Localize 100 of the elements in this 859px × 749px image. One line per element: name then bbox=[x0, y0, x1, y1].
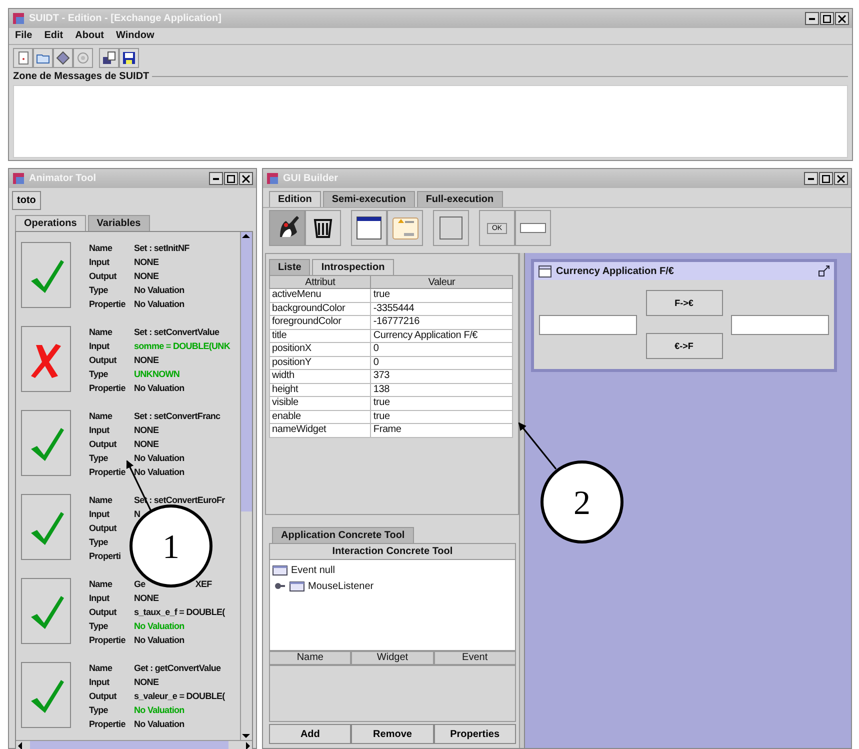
field-value: Ge bbox=[134, 578, 146, 591]
field-label: Propertie bbox=[89, 298, 126, 311]
field-value: NONE bbox=[134, 256, 160, 269]
tab[interactable]: Edition bbox=[269, 191, 321, 207]
field-label: Input bbox=[89, 676, 110, 689]
vertical-scrollbar[interactable] bbox=[240, 232, 252, 740]
app-icon bbox=[12, 172, 25, 185]
action-button[interactable]: Properties bbox=[434, 724, 516, 744]
window-icon bbox=[538, 264, 552, 278]
tree-item[interactable]: Event null bbox=[291, 564, 335, 576]
field-label: Input bbox=[89, 508, 110, 521]
window-title: Animator Tool bbox=[29, 173, 96, 184]
column-header: Event bbox=[434, 651, 516, 665]
window-title: Currency Application F/€ bbox=[556, 266, 674, 276]
text-field-icon bbox=[520, 223, 546, 233]
up-arrow-icon bbox=[241, 232, 251, 240]
convert-button[interactable]: F->€ bbox=[646, 290, 722, 316]
maximize-button[interactable] bbox=[224, 172, 238, 185]
toolbar-button[interactable] bbox=[99, 48, 119, 68]
table-cell: Frame bbox=[370, 424, 512, 437]
table-cell: true bbox=[370, 410, 512, 424]
menu-item[interactable]: Edit bbox=[44, 30, 64, 42]
tool-button[interactable] bbox=[305, 210, 341, 246]
tool-button[interactable] bbox=[269, 210, 305, 246]
table-cell: 0 bbox=[370, 356, 512, 370]
field-value: No Valuation bbox=[134, 718, 186, 731]
table-cell: title bbox=[270, 329, 371, 342]
field-value: No Valuation bbox=[134, 466, 186, 479]
table-cell: -16777216 bbox=[370, 316, 512, 329]
field-label: Output bbox=[89, 606, 118, 619]
tree-item[interactable]: MouseListener bbox=[308, 580, 374, 592]
tab[interactable]: Application Concrete Tool bbox=[272, 527, 414, 543]
field-label: Output bbox=[89, 354, 118, 367]
minimize-button[interactable] bbox=[804, 172, 818, 185]
table-cell: 373 bbox=[370, 370, 512, 383]
field-value: UNKNOWN bbox=[134, 368, 181, 381]
input-field[interactable] bbox=[731, 314, 829, 334]
export-icon bbox=[102, 51, 116, 65]
table-cell: 0 bbox=[370, 342, 512, 356]
right-arrow-icon bbox=[244, 741, 252, 749]
table-cell: backgroundColor bbox=[270, 302, 371, 316]
folder-icon bbox=[289, 580, 305, 592]
table-cell: width bbox=[270, 370, 371, 383]
field-value: No Valuation bbox=[134, 620, 186, 633]
toolbar-button[interactable] bbox=[13, 48, 33, 68]
field-value: Set : setConvertFranc bbox=[134, 410, 220, 423]
field-value: No Valuation bbox=[134, 452, 186, 465]
field-label: Properti bbox=[89, 550, 122, 563]
table-cell: true bbox=[370, 288, 512, 302]
table-cell: nameWidget bbox=[270, 424, 371, 437]
field-value: NONE bbox=[134, 424, 160, 437]
field-label: Output bbox=[89, 438, 118, 451]
tab[interactable]: Liste bbox=[269, 259, 310, 275]
toolbar-button[interactable] bbox=[119, 48, 139, 68]
menu-item[interactable]: Window bbox=[116, 30, 154, 42]
minimize-icon bbox=[809, 18, 815, 20]
callout-number: 2 bbox=[574, 485, 590, 522]
close-button[interactable] bbox=[834, 172, 848, 185]
tab[interactable]: Interaction Concrete Tool bbox=[269, 543, 516, 559]
table-cell: activeMenu bbox=[270, 288, 371, 302]
convert-button[interactable]: €->F bbox=[646, 333, 722, 359]
tool-button[interactable] bbox=[351, 210, 387, 246]
table-cell: Currency Application F/€ bbox=[370, 329, 512, 342]
column-header: Attribut bbox=[270, 276, 371, 288]
callout-arrow bbox=[518, 422, 557, 470]
table-cell: height bbox=[270, 383, 371, 396]
close-button[interactable] bbox=[239, 172, 253, 185]
field-value: No Valuation bbox=[134, 704, 186, 717]
menu-item[interactable]: About bbox=[75, 30, 104, 42]
close-button[interactable] bbox=[835, 12, 849, 25]
window-title: SUIDT - Edition - [Exchange Application] bbox=[29, 13, 222, 24]
input-field[interactable] bbox=[539, 314, 637, 334]
horizontal-scrollbar[interactable] bbox=[16, 740, 252, 749]
field-value: NONE bbox=[134, 438, 160, 451]
table-cell: foregroundColor bbox=[270, 316, 371, 329]
tab[interactable]: Operations bbox=[15, 215, 86, 231]
table-cell: positionX bbox=[270, 342, 371, 356]
maximize-button[interactable] bbox=[819, 172, 833, 185]
field-label: Input bbox=[89, 424, 110, 437]
table-cell: true bbox=[370, 396, 512, 410]
down-arrow-icon bbox=[241, 732, 251, 740]
field-value: Get : getConvertValue bbox=[134, 662, 222, 675]
minimize-button[interactable] bbox=[209, 172, 223, 185]
field-label: Output bbox=[89, 270, 118, 283]
menu-item[interactable]: File bbox=[15, 30, 32, 42]
tab[interactable]: Semi-execution bbox=[322, 191, 415, 207]
field-label: Name bbox=[89, 326, 114, 339]
maximize-button[interactable] bbox=[820, 12, 834, 25]
action-button[interactable]: Remove bbox=[351, 724, 434, 744]
app-icon bbox=[12, 12, 25, 25]
tab[interactable]: Full-execution bbox=[416, 191, 503, 207]
field-label: Propertie bbox=[89, 382, 126, 395]
tab[interactable]: Introspection bbox=[312, 259, 394, 275]
tab[interactable]: Variables bbox=[88, 215, 150, 231]
field-label: Type bbox=[89, 452, 109, 465]
minimize-button[interactable] bbox=[805, 12, 819, 25]
field-value: N bbox=[134, 508, 142, 521]
action-button[interactable]: Add bbox=[269, 724, 352, 744]
toolbar-button[interactable] bbox=[53, 48, 73, 68]
toto-button[interactable]: toto bbox=[12, 191, 41, 210]
